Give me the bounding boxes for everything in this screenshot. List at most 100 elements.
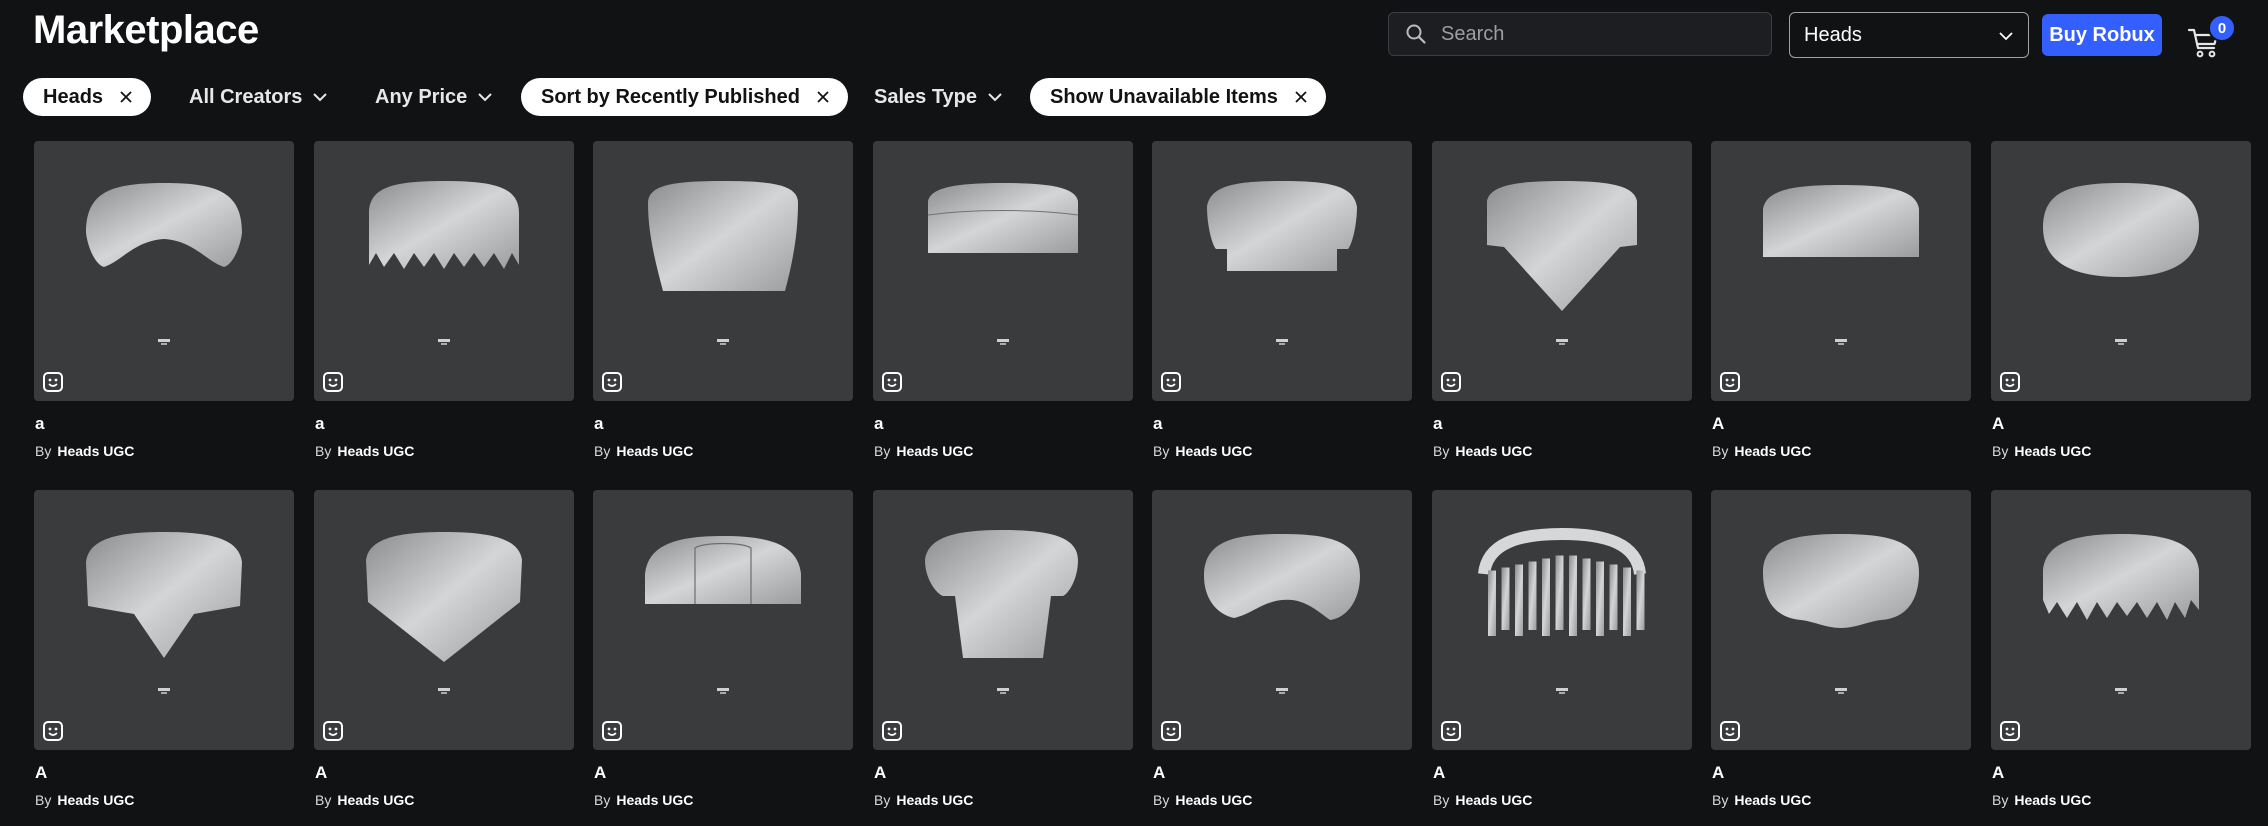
item-thumbnail[interactable] <box>1152 141 1412 401</box>
item-card[interactable]: A By Heads UGC <box>1991 490 2251 820</box>
by-prefix: By <box>874 443 891 459</box>
cart-count-badge: 0 <box>2208 14 2236 42</box>
item-thumbnail[interactable] <box>1991 490 2251 750</box>
search-box[interactable] <box>1388 12 1772 56</box>
filter-chip-label: Sales Type <box>874 85 978 108</box>
close-icon[interactable] <box>816 86 830 108</box>
item-card[interactable]: a By Heads UGC <box>1152 141 1412 471</box>
buy-robux-button[interactable]: Buy Robux <box>2042 14 2162 56</box>
dynamic-head-icon <box>1160 720 1182 742</box>
item-card[interactable]: A By Heads UGC <box>1152 490 1412 820</box>
item-card[interactable]: a By Heads UGC <box>1432 141 1692 471</box>
item-creator-line: By Heads UGC <box>1433 792 1532 808</box>
item-name[interactable]: a <box>1433 414 1442 434</box>
item-card[interactable]: A By Heads UGC <box>873 490 1133 820</box>
item-name[interactable]: A <box>594 763 606 783</box>
item-card[interactable]: a By Heads UGC <box>873 141 1133 471</box>
creator-link[interactable]: Heads UGC <box>896 792 973 808</box>
item-thumbnail[interactable] <box>1991 141 2251 401</box>
creator-link[interactable]: Heads UGC <box>2014 443 2091 459</box>
item-name[interactable]: A <box>1712 763 1724 783</box>
item-thumbnail[interactable] <box>34 490 294 750</box>
creator-link[interactable]: Heads UGC <box>616 792 693 808</box>
creator-link[interactable]: Heads UGC <box>1455 792 1532 808</box>
item-card[interactable]: A By Heads UGC <box>593 490 853 820</box>
item-thumbnail[interactable] <box>314 141 574 401</box>
filter-chip-sales-type[interactable]: Sales Type <box>874 78 1003 116</box>
item-name[interactable]: A <box>1992 414 2004 434</box>
item-name[interactable]: A <box>1712 414 1724 434</box>
item-name[interactable]: a <box>874 414 883 434</box>
item-card[interactable]: a By Heads UGC <box>314 141 574 471</box>
filter-chip-show-unavailable-items[interactable]: Show Unavailable Items <box>1030 78 1326 116</box>
creator-link[interactable]: Heads UGC <box>1175 443 1252 459</box>
item-thumbnail[interactable] <box>1711 490 1971 750</box>
creator-link[interactable]: Heads UGC <box>1175 792 1252 808</box>
dynamic-head-icon <box>1440 720 1462 742</box>
item-name[interactable]: A <box>35 763 47 783</box>
item-thumbnail[interactable] <box>1432 490 1692 750</box>
creator-link[interactable]: Heads UGC <box>616 443 693 459</box>
item-creator-line: By Heads UGC <box>1712 792 1811 808</box>
item-name[interactable]: a <box>594 414 603 434</box>
item-card[interactable]: A By Heads UGC <box>1991 141 2251 471</box>
creator-link[interactable]: Heads UGC <box>57 443 134 459</box>
cart-button[interactable]: 0 <box>2186 14 2236 60</box>
item-thumbnail[interactable] <box>1152 490 1412 750</box>
by-prefix: By <box>874 792 891 808</box>
filter-chip-heads[interactable]: Heads <box>23 78 152 116</box>
head-mesh-image <box>86 183 242 345</box>
head-mesh-image <box>1478 527 1646 694</box>
item-creator-line: By Heads UGC <box>315 792 414 808</box>
head-mesh-image <box>1204 534 1360 694</box>
creator-link[interactable]: Heads UGC <box>57 792 134 808</box>
item-name[interactable]: A <box>874 763 886 783</box>
item-thumbnail[interactable] <box>314 490 574 750</box>
filter-chip-all-creators[interactable]: All Creators <box>189 78 328 116</box>
category-dropdown[interactable]: Heads <box>1789 12 2029 58</box>
item-thumbnail[interactable] <box>873 141 1133 401</box>
head-mesh-image <box>1763 185 1919 345</box>
item-card[interactable]: A By Heads UGC <box>314 490 574 820</box>
item-card[interactable]: A By Heads UGC <box>1711 141 1971 471</box>
item-card[interactable]: a By Heads UGC <box>34 141 294 471</box>
dynamic-head-icon <box>1719 720 1741 742</box>
creator-link[interactable]: Heads UGC <box>1734 443 1811 459</box>
item-name[interactable]: A <box>1153 763 1165 783</box>
item-card[interactable]: A By Heads UGC <box>1432 490 1692 820</box>
item-name[interactable]: A <box>315 763 327 783</box>
dynamic-head-icon <box>1999 371 2021 393</box>
item-thumbnail[interactable] <box>1432 141 1692 401</box>
head-mesh-image <box>927 183 1079 345</box>
item-card[interactable]: A By Heads UGC <box>34 490 294 820</box>
search-input[interactable] <box>1439 21 1771 47</box>
item-name[interactable]: A <box>1992 763 2004 783</box>
head-mesh-image <box>2043 534 2199 694</box>
filter-chip-label: Show Unavailable Items <box>1050 85 1278 108</box>
creator-link[interactable]: Heads UGC <box>337 792 414 808</box>
close-icon[interactable] <box>1294 86 1308 108</box>
filter-chip-any-price[interactable]: Any Price <box>375 78 493 116</box>
item-thumbnail[interactable] <box>593 490 853 750</box>
by-prefix: By <box>315 792 332 808</box>
item-name[interactable]: a <box>35 414 44 434</box>
item-thumbnail[interactable] <box>593 141 853 401</box>
creator-link[interactable]: Heads UGC <box>2014 792 2091 808</box>
item-name[interactable]: a <box>315 414 324 434</box>
item-card[interactable]: A By Heads UGC <box>1711 490 1971 820</box>
item-card[interactable]: a By Heads UGC <box>593 141 853 471</box>
item-thumbnail[interactable] <box>873 490 1133 750</box>
item-thumbnail[interactable] <box>1711 141 1971 401</box>
dynamic-head-icon <box>322 371 344 393</box>
creator-link[interactable]: Heads UGC <box>896 443 973 459</box>
item-thumbnail[interactable] <box>34 141 294 401</box>
filter-chip-label: All Creators <box>189 85 303 108</box>
filter-chip-sort-by-recently-published[interactable]: Sort by Recently Published <box>521 78 848 116</box>
item-name[interactable]: A <box>1433 763 1445 783</box>
item-name[interactable]: a <box>1153 414 1162 434</box>
creator-link[interactable]: Heads UGC <box>1455 443 1532 459</box>
close-icon[interactable] <box>119 86 133 108</box>
creator-link[interactable]: Heads UGC <box>337 443 414 459</box>
creator-link[interactable]: Heads UGC <box>1734 792 1811 808</box>
head-mesh-image <box>366 532 522 694</box>
